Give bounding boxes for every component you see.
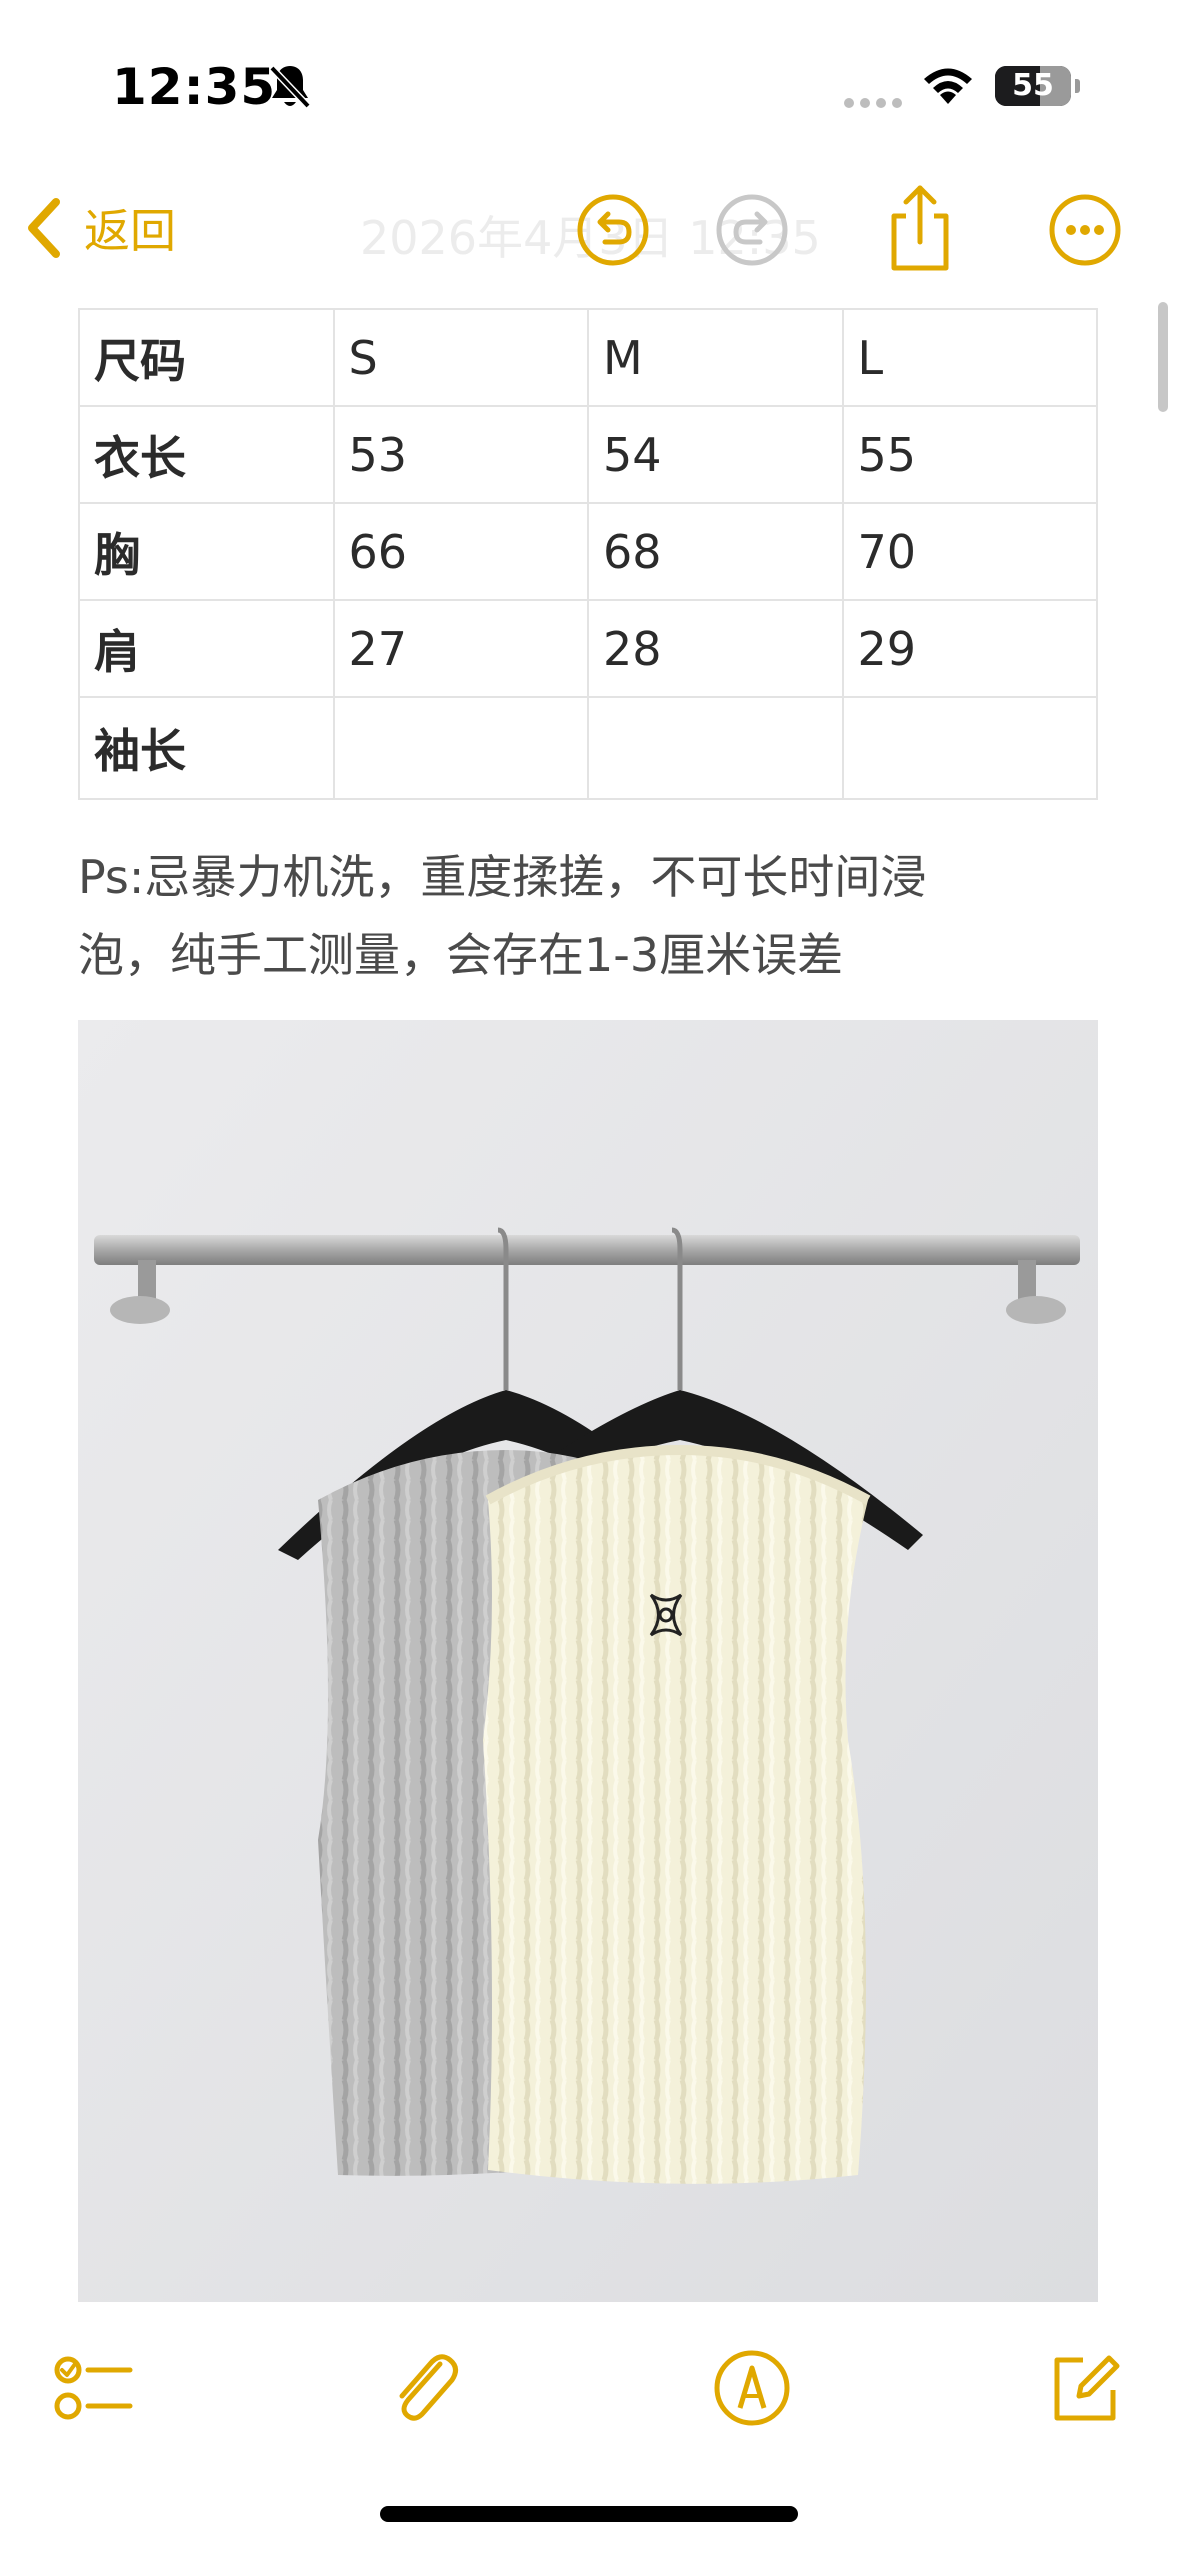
table-cell[interactable]: [332, 696, 589, 800]
table-header-row: 尺码 S M L: [78, 308, 1098, 407]
wifi-icon: [924, 68, 972, 104]
battery-cap: [1075, 79, 1080, 93]
navigation-bar: 返回 2026年4月3日 12:35: [0, 170, 1179, 290]
table-cell[interactable]: 66: [332, 502, 589, 601]
table-cell[interactable]: 胸: [78, 502, 335, 601]
table-cell[interactable]: 68: [587, 502, 844, 601]
compose-icon[interactable]: [1043, 2346, 1127, 2430]
table-cell[interactable]: M: [587, 308, 844, 407]
more-icon[interactable]: [1047, 192, 1123, 268]
table-row: 肩 27 28 29: [78, 599, 1098, 698]
note-text-line: 泡，纯手工测量，会存在1-3厘米误差: [78, 928, 844, 982]
back-button[interactable]: 返回: [24, 188, 176, 268]
table-row: 衣长 53 54 55: [78, 405, 1098, 504]
table-cell[interactable]: 27: [332, 599, 589, 698]
table-cell[interactable]: 肩: [78, 599, 335, 698]
table-cell[interactable]: 袖长: [78, 696, 335, 800]
table-cell[interactable]: 55: [841, 405, 1098, 504]
table-cell[interactable]: 尺码: [78, 308, 335, 407]
markup-pen-icon[interactable]: [710, 2346, 794, 2430]
checklist-icon[interactable]: [52, 2346, 136, 2430]
table-cell[interactable]: 28: [587, 599, 844, 698]
status-time: 12:35: [112, 58, 277, 116]
status-bar: 12:35 55: [0, 0, 1179, 170]
table-cell[interactable]: L: [841, 308, 1098, 407]
share-icon[interactable]: [882, 182, 958, 274]
bell-slash-icon: [269, 65, 311, 109]
size-table: 尺码 S M L 衣长 53 54 55 胸 66 68 70 肩 27 28 …: [78, 308, 1098, 800]
table-cell[interactable]: S: [332, 308, 589, 407]
table-cell[interactable]: 70: [841, 502, 1098, 601]
table-cell[interactable]: 29: [841, 599, 1098, 698]
table-cell[interactable]: [841, 696, 1098, 800]
battery-level: 55: [1012, 68, 1054, 103]
table-cell[interactable]: 54: [587, 405, 844, 504]
product-photo[interactable]: [78, 1020, 1098, 2302]
table-cell[interactable]: [587, 696, 844, 800]
chevron-left-icon: [28, 198, 60, 258]
paperclip-icon[interactable]: [382, 2346, 466, 2430]
tank-tops-on-rack-image: [78, 1020, 1098, 2302]
note-body-text[interactable]: Ps:忌暴力机洗，重度揉搓，不可长时间浸 泡，纯手工测量，会存在1-3厘米误差: [78, 838, 1098, 994]
back-label: 返回: [84, 204, 176, 258]
table-cell[interactable]: 衣长: [78, 405, 335, 504]
cellular-dots-icon: [844, 98, 902, 108]
bottom-toolbar: [0, 2330, 1179, 2450]
battery-icon: 55: [995, 66, 1071, 106]
note-text-line: Ps:忌暴力机洗，重度揉搓，不可长时间浸: [78, 850, 927, 904]
home-indicator[interactable]: [380, 2506, 798, 2522]
table-cell[interactable]: 53: [332, 405, 589, 504]
table-row: 胸 66 68 70: [78, 502, 1098, 601]
table-row: 袖长: [78, 696, 1098, 800]
undo-icon[interactable]: [575, 192, 651, 268]
scroll-indicator[interactable]: [1158, 302, 1168, 412]
redo-icon[interactable]: [714, 192, 790, 268]
